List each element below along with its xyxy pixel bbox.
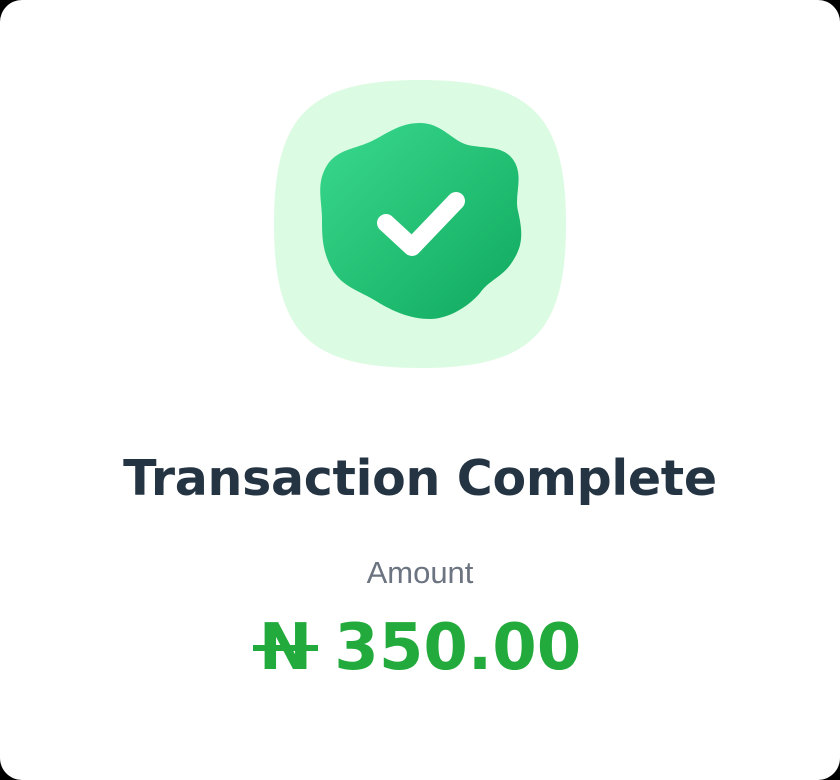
transaction-complete-card: Transaction Complete Amount N 350.00: [0, 0, 840, 780]
amount-value: 350.00: [334, 611, 582, 685]
dialog-title: Transaction Complete: [123, 450, 717, 507]
amount-display: N 350.00: [0, 604, 840, 692]
success-badge: [270, 76, 570, 372]
verified-check-badge-icon: [274, 80, 566, 368]
amount-label: Amount: [366, 555, 474, 590]
currency-symbol: N: [252, 604, 318, 692]
